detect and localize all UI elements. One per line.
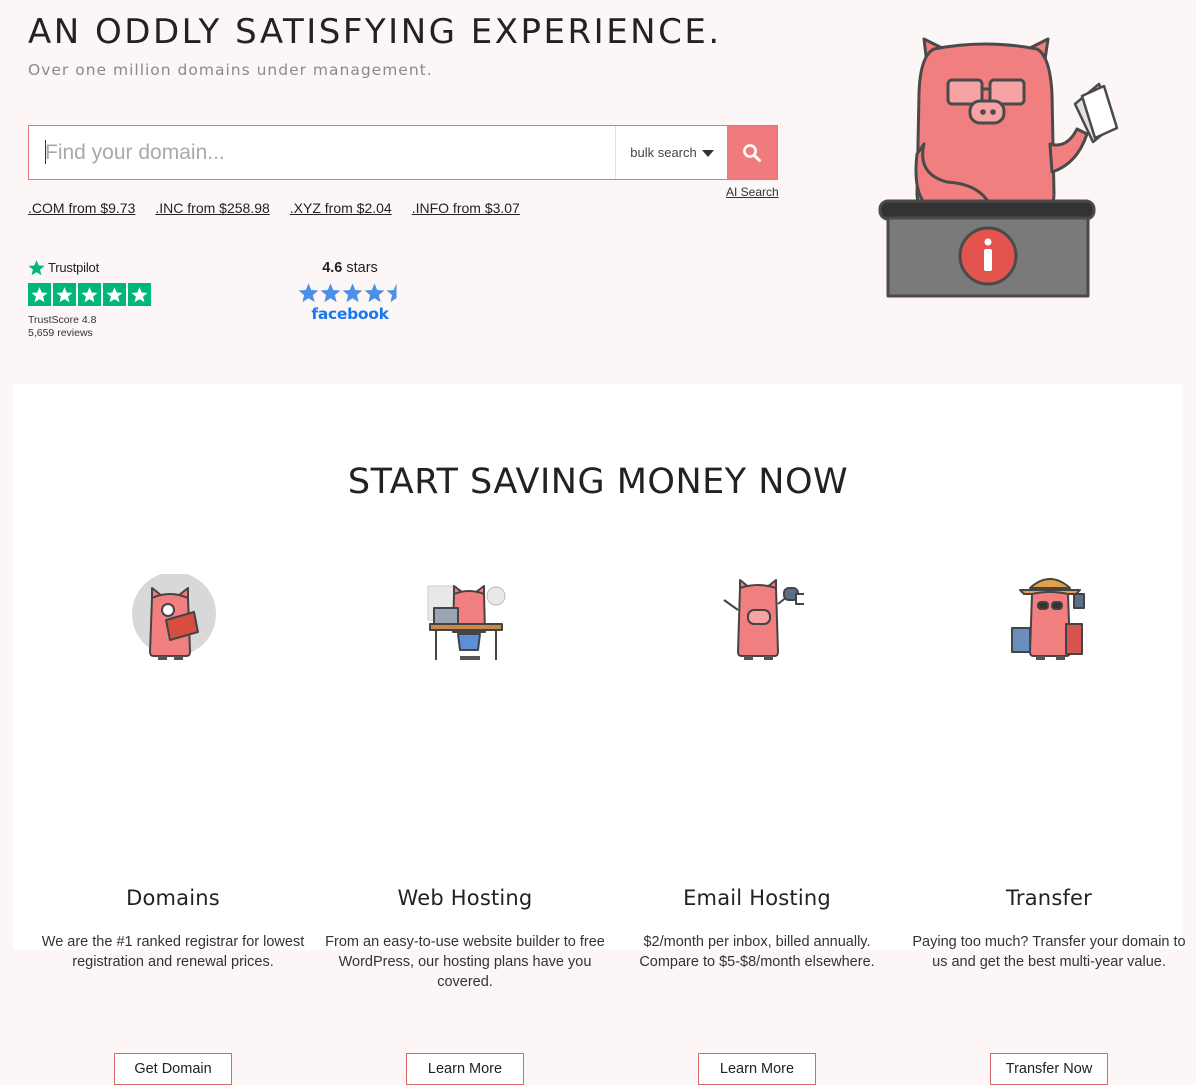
half-star-icon xyxy=(386,283,397,303)
trustpilot-stars xyxy=(28,283,168,306)
star-icon xyxy=(364,283,385,303)
card-title: Email Hosting xyxy=(683,886,831,910)
pig-with-mailbox-icon xyxy=(723,579,804,660)
facebook-rating: 4.6 stars xyxy=(290,260,410,276)
card-title: Web Hosting xyxy=(397,886,533,910)
tld-price-link-xyz[interactable]: .XYZ from $2.04 xyxy=(290,200,392,216)
transfer-now-button[interactable]: Transfer Now xyxy=(990,1053,1108,1085)
get-domain-button[interactable]: Get Domain xyxy=(114,1053,232,1085)
card-description: Paying too much? Transfer your domain to… xyxy=(912,934,1186,970)
star-icon xyxy=(298,283,319,303)
facebook-stars xyxy=(298,282,410,303)
service-card-web-hosting: Web Hosting From an easy-to-use website … xyxy=(319,574,611,1085)
search-icon xyxy=(743,143,761,162)
service-card-domains: Domains We are the #1 ranked registrar f… xyxy=(27,574,319,1085)
trustpilot-logo: Trustpilot xyxy=(28,259,168,276)
card-description: We are the #1 ranked registrar for lowes… xyxy=(41,934,305,970)
tld-price-link-com[interactable]: .COM from $9.73 xyxy=(28,200,135,216)
facebook-logo: facebook xyxy=(311,305,389,323)
services-section: START SAVING MONEY NOW Domains We are th… xyxy=(13,384,1186,1085)
ai-search-link[interactable]: AI Search xyxy=(726,185,779,199)
pig-traveler-luggage-icon xyxy=(1011,578,1085,660)
trustpilot-star-icon xyxy=(78,283,101,306)
trustpilot-star-icon xyxy=(128,283,151,306)
facebook-rating-value: 4.6 xyxy=(322,260,343,276)
trustpilot-brand: Trustpilot xyxy=(48,260,99,275)
trustscore-label: TrustScore xyxy=(28,314,79,326)
card-description: From an easy-to-use website builder to f… xyxy=(325,934,605,990)
trustpilot-star-icon xyxy=(28,283,51,306)
trustpilot-widget[interactable]: Trustpilot TrustScore 4.8 5,659 reviews xyxy=(28,259,168,340)
facebook-rating-suffix: stars xyxy=(342,260,378,276)
hero-section: AN ODDLY SATISFYING EXPERIENCE. Over one… xyxy=(0,0,1196,384)
star-icon xyxy=(320,283,341,303)
card-title: Domains xyxy=(126,886,220,910)
card-description: $2/month per inbox, billed annually. Com… xyxy=(639,934,875,970)
tld-price-link-info[interactable]: .INFO from $3.07 xyxy=(412,200,520,216)
domain-search-input[interactable] xyxy=(29,126,615,179)
trustpilot-star-icon xyxy=(28,260,45,276)
learn-more-email-hosting-button[interactable]: Learn More xyxy=(698,1053,816,1085)
tld-price-list: .COM from $9.73 .INC from $258.98 .XYZ f… xyxy=(28,200,520,216)
pig-at-desk-icon xyxy=(427,585,506,660)
service-card-transfer: Transfer Paying too much? Transfer your … xyxy=(903,574,1195,1085)
text-cursor xyxy=(45,140,46,164)
bulk-search-label: bulk search xyxy=(630,145,697,160)
trustscore-value: 4.8 xyxy=(81,314,97,326)
domain-search-bar: bulk search xyxy=(28,125,778,180)
star-icon xyxy=(342,283,363,303)
tld-price-link-inc[interactable]: .INC from $258.98 xyxy=(155,200,269,216)
hero-title: AN ODDLY SATISFYING EXPERIENCE. xyxy=(28,12,722,52)
search-button[interactable] xyxy=(727,126,777,179)
trustpilot-reviews: 5,659 reviews xyxy=(28,327,93,339)
bulk-search-dropdown[interactable]: bulk search xyxy=(615,126,728,179)
trustpilot-star-icon xyxy=(103,283,126,306)
learn-more-web-hosting-button[interactable]: Learn More xyxy=(406,1053,524,1085)
pig-at-info-desk-illustration xyxy=(878,37,1119,298)
service-card-email-hosting: Email Hosting $2/month per inbox, billed… xyxy=(611,574,903,1085)
facebook-rating-widget[interactable]: 4.6 stars facebook xyxy=(298,260,410,323)
caret-down-icon xyxy=(701,149,714,157)
section-title: START SAVING MONEY NOW xyxy=(347,462,849,502)
trustpilot-star-icon xyxy=(53,283,76,306)
trustpilot-score: TrustScore 4.8 5,659 reviews xyxy=(28,314,168,340)
pig-reading-globe-icon xyxy=(132,574,216,660)
card-title: Transfer xyxy=(1005,886,1093,910)
hero-subtitle: Over one million domains under managemen… xyxy=(28,61,433,79)
